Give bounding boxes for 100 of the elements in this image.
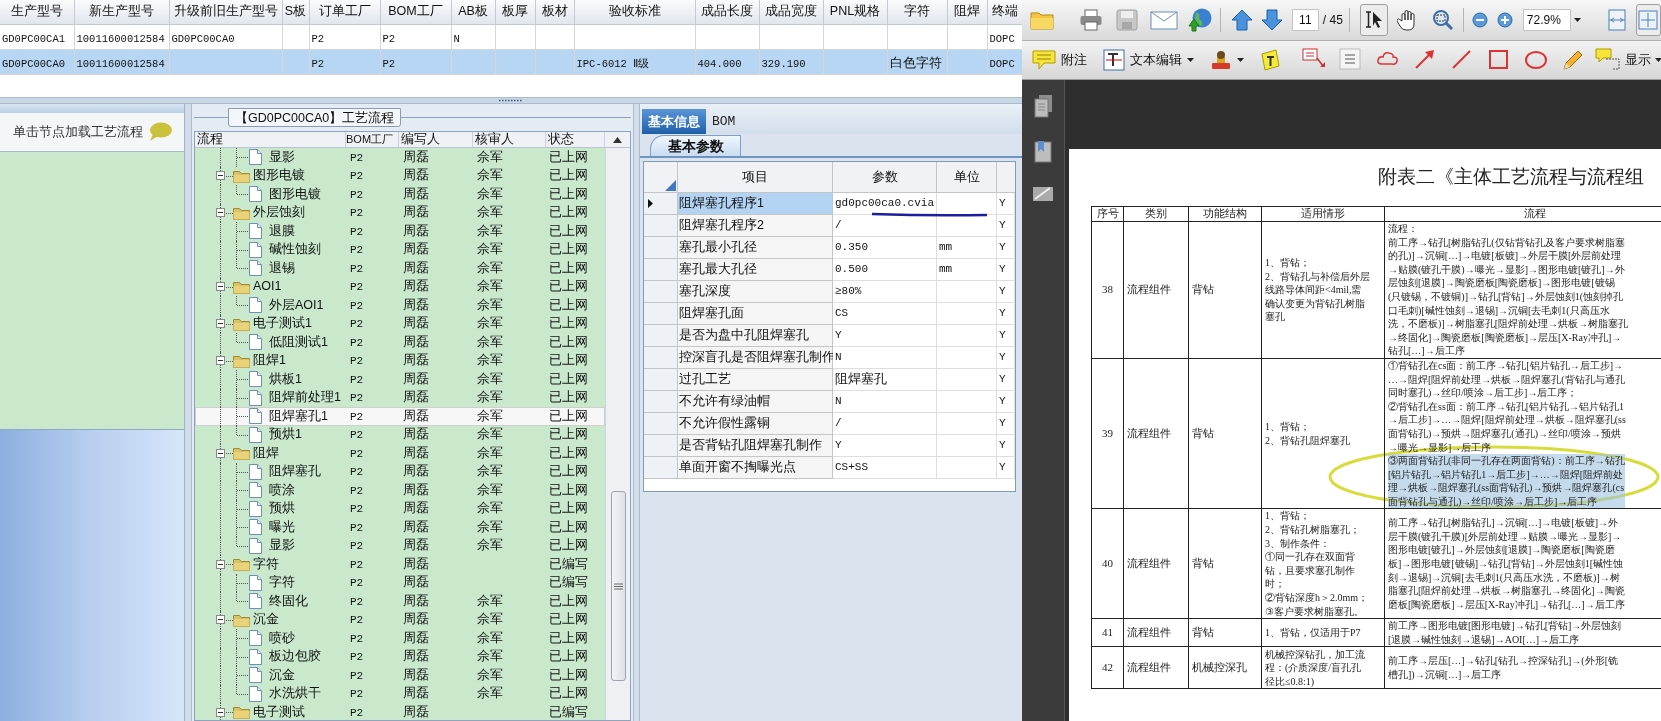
grid-row[interactable]: 是否背钻孔阻焊塞孔制作 Y Y [644,435,1015,457]
tree-row[interactable]: 退锡 P2 周磊 佘军 已上网 [195,259,605,278]
tree-row[interactable]: 电子测试 P2 周磊 已编写 [195,703,605,720]
grid-row[interactable]: 单面开窗不掏曝光点 CS+SS Y [644,457,1015,479]
grid-row[interactable]: 阻焊塞孔程序1 gd0pc00ca0.cvia Y [644,193,1015,215]
column-header[interactable]: 阻焊 [947,0,987,24]
tab[interactable]: 基本参数 [650,135,741,156]
grid-row[interactable]: 不允许假性露铜 / Y [644,413,1015,435]
caret-icon[interactable] [1655,58,1661,62]
zoom-in-icon[interactable] [1496,12,1513,28]
column-header[interactable]: 字符 [887,0,947,24]
column-header[interactable]: AB板 [451,0,495,24]
tab[interactable]: 基本信息 [642,109,706,134]
column-header[interactable]: 升级前旧生产型号 [169,0,282,24]
column-header[interactable]: 单位 [937,162,997,193]
tree-node-label[interactable]: 预烘 [269,499,295,519]
column-header[interactable]: 项目 [678,162,833,193]
column-header[interactable]: 成品宽度 [759,0,823,24]
column-header[interactable]: 终端 [987,0,1022,24]
email-icon[interactable] [1150,10,1178,30]
tree-node-label[interactable]: 显影 [269,148,295,167]
fit-width-icon[interactable] [1606,9,1627,31]
tree-node-label[interactable]: 曝光 [269,517,295,537]
tree-node-label[interactable]: 阻焊塞孔 [269,462,321,482]
tree-node-label[interactable]: 阻焊1 [253,351,286,371]
collapse-toggle-icon[interactable] [216,208,225,218]
globe-icon[interactable] [1188,8,1214,32]
zoom-field[interactable]: 72.9% [1522,9,1571,31]
tree-node-label[interactable]: 沉金 [253,610,279,630]
tree-node-label[interactable]: 显影 [269,536,295,556]
rectangle-icon[interactable] [1487,48,1511,72]
column-header[interactable]: 编写人 [399,132,473,147]
tab[interactable]: BOM [706,109,742,134]
collapse-toggle-icon[interactable] [216,356,225,366]
up-arrow-icon[interactable] [1230,9,1253,31]
tree-node-label[interactable]: 终固化 [269,591,308,611]
tree-node-label[interactable]: 退锡 [269,258,295,278]
column-header[interactable]: 验收标准 [574,0,695,24]
tree-node-label[interactable]: 外层AOI1 [269,295,324,315]
tool-label[interactable]: 显示 [1625,50,1651,70]
tree-node-label[interactable]: 电子测试1 [253,314,312,334]
collapse-toggle-icon[interactable] [216,448,225,458]
grid-row[interactable]: 控深盲孔是否阻焊塞孔制作 N Y [644,347,1015,369]
pages-icon[interactable] [1032,94,1054,118]
tree-row[interactable]: 喷砂 P2 周磊 佘军 已上网 [195,629,605,648]
column-header[interactable]: 新生产型号 [74,0,169,24]
save-icon[interactable] [1116,9,1138,31]
tree-node-label[interactable]: 喷涂 [269,480,295,500]
grid-row[interactable]: 阻焊塞孔程序2 / Y [644,215,1015,237]
tree-node-label[interactable]: 烘板1 [269,369,302,389]
grid-row[interactable]: 阻焊塞孔面 CS Y [644,303,1015,325]
column-header[interactable]: 订单工厂 [309,0,380,24]
grid-row[interactable]: 不允许有绿油帽 N Y [644,391,1015,413]
row-header[interactable] [644,193,678,215]
tree-node-label[interactable]: 水洗烘干 [269,684,321,704]
pencil-icon[interactable] [1561,48,1585,72]
tool-label[interactable]: 文本编辑 [1130,50,1182,70]
grid-row[interactable]: 过孔工艺 阻焊塞孔 Y [644,369,1015,391]
tree-row[interactable]: 烘板1 P2 周磊 佘军 已上网 [195,370,605,389]
tree-row[interactable]: 阻焊塞孔1 P2 周磊 佘军 已上网 [195,407,605,426]
tree-row[interactable]: 喷涂 P2 周磊 佘军 已上网 [195,481,605,500]
column-header[interactable]: BOM工厂 [346,132,399,147]
tree-node-label[interactable]: 退膜 [269,221,295,241]
caret-icon[interactable] [1187,58,1194,62]
tree-node-label[interactable]: 板边包胶 [269,647,321,667]
collapse-toggle-icon[interactable] [216,615,225,625]
tree-row[interactable]: 终固化 P2 周磊 佘军 已上网 [195,592,605,611]
tree-node-label[interactable]: 电子测试 [253,702,305,720]
grid-row[interactable]: 是否为盘中孔阻焊塞孔 Y Y [644,325,1015,347]
scrollbar-thumb[interactable] [610,491,626,681]
show-comments-icon[interactable] [1595,48,1621,72]
tree-node-label[interactable]: 碱性蚀刻 [269,240,321,260]
tool-button[interactable] [1359,4,1389,36]
page-number-field[interactable]: 11 [1291,9,1319,31]
grid-row[interactable]: 塞孔最小孔径 0.350 mm Y [644,237,1015,259]
print-icon[interactable] [1079,9,1103,31]
tree-node-label[interactable]: 阻焊前处理1 [269,388,341,408]
tool-label[interactable]: 附注 [1061,50,1087,70]
column-header[interactable]: 板厚 [495,0,535,24]
splitter-grip-icon[interactable] [498,99,524,102]
tree-row[interactable]: 曝光 P2 周磊 佘军 已上网 [195,518,605,537]
bookmark-icon[interactable] [1032,139,1054,163]
tree-node-label[interactable]: 图形电镀 [253,166,305,186]
tree-node-label[interactable]: 字符 [269,573,295,593]
tree-node-label[interactable]: 阻焊塞孔1 [269,406,328,426]
column-header[interactable]: 状态 [546,132,605,147]
tree-row[interactable]: 外层AOI1 P2 周磊 佘军 已上网 [195,296,605,315]
tree-row[interactable]: 低阻测试1 P2 周磊 佘军 已上网 [195,333,605,352]
tree-node-label[interactable]: 外层蚀刻 [253,203,305,223]
ellipse-icon[interactable] [1524,48,1548,72]
tree-row[interactable]: 阻焊 P2 周磊 佘军 已上网 [195,444,605,463]
tree-node-label[interactable]: 阻焊 [253,443,279,463]
text-box-icon[interactable] [1339,48,1363,72]
table-row[interactable]: GD0PC00CA0 10011600012584 P2 P2 IPC-6012 Ⅱ级 404.000 329.190 白色字符 DOPC [0,49,1022,74]
down-arrow-icon[interactable] [1260,9,1283,31]
stamp-icon[interactable] [1210,49,1232,71]
collapse-toggle-icon[interactable] [216,319,225,329]
column-header[interactable]: 流程 [195,132,346,147]
tree-row[interactable]: 退膜 P2 周磊 佘军 已上网 [195,222,605,241]
caret-icon[interactable] [1237,58,1244,62]
